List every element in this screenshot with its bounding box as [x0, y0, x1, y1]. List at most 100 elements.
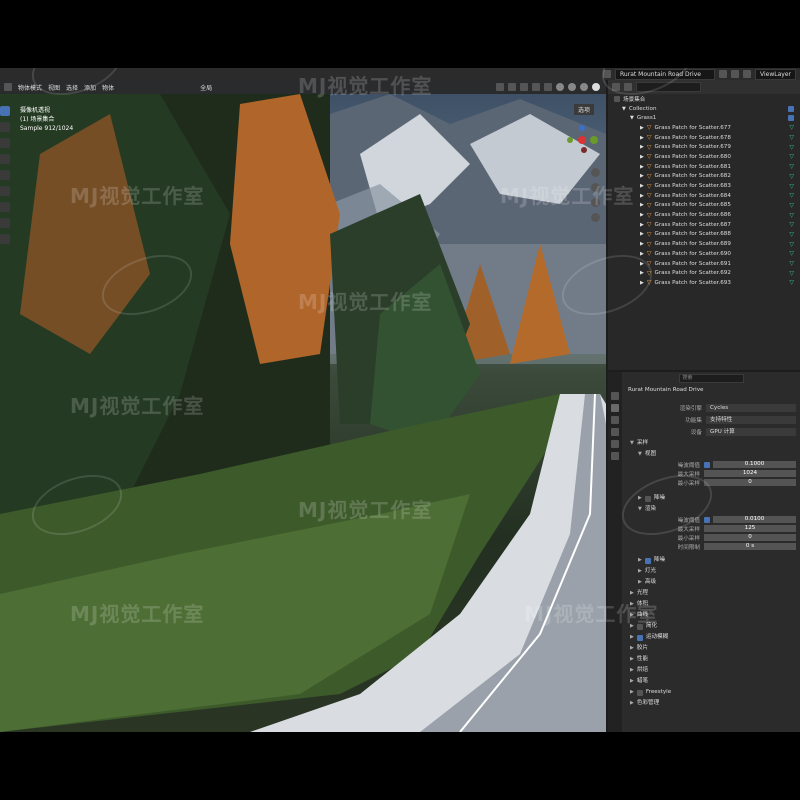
expand-icon[interactable]: ▶ [640, 135, 644, 141]
properties-section[interactable]: ▶ 色彩管理 [622, 698, 800, 709]
tool-tab-icon[interactable] [611, 392, 619, 400]
r-time-limit-field[interactable]: 0 s [704, 543, 796, 550]
render-engine-dropdown[interactable]: Cycles [706, 404, 796, 412]
navigation-gizmo-icon[interactable] [562, 120, 602, 160]
grass-collection-row[interactable]: ▼ Grass1 [608, 113, 800, 123]
properties-section[interactable]: ▶ 烘焙 [622, 665, 800, 676]
select-tool-icon[interactable] [0, 106, 10, 116]
r-max-samples-field[interactable]: 125 [704, 525, 796, 532]
viewport-sampling-section[interactable]: ▼ 视图 [622, 449, 800, 460]
noise-threshold-checkbox[interactable] [704, 461, 710, 468]
vp-noise-threshold-field[interactable]: 0.1000 [713, 461, 796, 468]
properties-section[interactable]: ▶ 蜡笔 [622, 676, 800, 687]
expand-icon[interactable]: ▶ [640, 231, 644, 237]
expand-icon[interactable]: ▶ [640, 193, 644, 199]
outliner-object-row[interactable]: ▶ ▽ Grass Patch for Scatter.684 ▽ [608, 191, 800, 201]
properties-section[interactable]: ▶ Freestyle [622, 687, 800, 698]
scene-tab-icon[interactable] [611, 440, 619, 448]
view-layer-tab-icon[interactable] [611, 428, 619, 436]
properties-section[interactable]: ▶ 运动模糊 [622, 632, 800, 643]
noise-threshold-checkbox[interactable] [704, 516, 710, 523]
outliner-object-row[interactable]: ▶ ▽ Grass Patch for Scatter.686 ▽ [608, 210, 800, 220]
solid-shading-icon[interactable] [568, 83, 576, 91]
r-min-samples-field[interactable]: 0 [704, 534, 796, 541]
cursor-tool-icon[interactable] [0, 122, 10, 132]
options-button[interactable]: 选项 [573, 104, 594, 115]
lights-section[interactable]: ▶ 灯光 [622, 566, 800, 577]
transform-tool-icon[interactable] [0, 186, 10, 196]
modifier-icon: ▽ [789, 124, 794, 132]
outliner-object-row[interactable]: ▶ ▽ Grass Patch for Scatter.683 ▽ [608, 181, 800, 191]
add-cube-tool-icon[interactable] [0, 234, 10, 244]
sampling-section[interactable]: ▼ 采样 [622, 438, 800, 449]
proportional-icon[interactable] [508, 83, 516, 91]
expand-icon[interactable]: ▶ [640, 222, 644, 228]
min-samples-label: 最小采样 [677, 535, 700, 542]
collection-row[interactable]: ▼ Collection [608, 104, 800, 114]
properties-section[interactable]: ▶ 胶片 [622, 643, 800, 654]
material-shading-icon[interactable] [580, 83, 588, 91]
r-noise-threshold-field[interactable]: 0.0100 [713, 516, 796, 523]
properties-section[interactable]: ▶ 性能 [622, 654, 800, 665]
expand-icon[interactable]: ▶ [640, 173, 644, 179]
expand-icon[interactable]: ▼ [630, 115, 634, 121]
outliner-object-row[interactable]: ▶ ▽ Grass Patch for Scatter.678 ▽ [608, 133, 800, 143]
menu-object[interactable]: 物体 [102, 83, 114, 92]
expand-icon[interactable]: ▶ [640, 212, 644, 218]
outliner-object-row[interactable]: ▶ ▽ Grass Patch for Scatter.688 ▽ [608, 230, 800, 240]
outliner-object-row[interactable]: ▶ ▽ Grass Patch for Scatter.685 ▽ [608, 201, 800, 211]
annotate-tool-icon[interactable] [0, 202, 10, 212]
outliner-object-row[interactable]: ▶ ▽ Grass Patch for Scatter.687 ▽ [608, 220, 800, 230]
rendered-shading-icon[interactable] [592, 83, 600, 91]
view-layer-icon[interactable] [743, 70, 752, 78]
expand-icon[interactable]: ▶ [640, 251, 644, 257]
expand-icon[interactable]: ▶ [640, 144, 644, 150]
visibility-icon[interactable] [520, 83, 528, 91]
grass-checkbox[interactable] [788, 115, 794, 122]
outliner-object-row[interactable]: ▶ ▽ Grass Patch for Scatter.689 ▽ [608, 239, 800, 249]
lock-camera-icon[interactable] [591, 213, 600, 222]
expand-icon[interactable]: ▶ [640, 164, 644, 170]
r-denoise-section[interactable]: ▶ 降噪 [622, 555, 800, 566]
scene-collection-row[interactable]: 场景集合 [608, 94, 800, 104]
expand-icon[interactable]: ▼ [622, 106, 626, 112]
vp-max-samples-field[interactable]: 1024 [704, 470, 796, 477]
outliner-object-row[interactable]: ▶ ▽ Grass Patch for Scatter.682 ▽ [608, 172, 800, 182]
denoise-checkbox[interactable] [644, 557, 651, 564]
world-tab-icon[interactable] [611, 452, 619, 460]
collection-checkbox[interactable] [788, 105, 794, 112]
overlay-icon[interactable] [544, 83, 552, 91]
render-tab-icon[interactable] [611, 404, 619, 412]
zoom-icon[interactable] [591, 168, 600, 177]
expand-icon[interactable]: ▶ [640, 154, 644, 160]
gizmo-icon[interactable] [532, 83, 540, 91]
close-icon[interactable] [731, 70, 740, 78]
editor-type-icon[interactable] [4, 83, 12, 91]
transform-orientation[interactable]: 全局 [200, 83, 212, 92]
object-label: Grass Patch for Scatter.680 [654, 153, 731, 160]
expand-icon[interactable]: ▶ [640, 241, 644, 247]
output-tab-icon[interactable] [611, 416, 619, 424]
advanced-section[interactable]: ▶ 高级 [622, 577, 800, 588]
device-dropdown[interactable]: GPU 计算 [706, 428, 796, 436]
move-tool-icon[interactable] [0, 138, 10, 148]
wireframe-shading-icon[interactable] [556, 83, 564, 91]
snap-icon[interactable] [496, 83, 504, 91]
properties-search[interactable]: 搜索 [678, 373, 744, 383]
motion-blur-checkbox[interactable] [636, 634, 643, 641]
expand-icon[interactable]: ▶ [640, 183, 644, 189]
feature-set-dropdown[interactable]: 支持特性 [706, 416, 796, 424]
outliner-object-row[interactable]: ▶ ▽ Grass Patch for Scatter.681 ▽ [608, 162, 800, 172]
measure-tool-icon[interactable] [0, 218, 10, 228]
outliner-object-row[interactable]: ▶ ▽ Grass Patch for Scatter.677 ▽ [608, 123, 800, 133]
outliner-object-row[interactable]: ▶ ▽ Grass Patch for Scatter.679 ▽ [608, 142, 800, 152]
outliner-object-row[interactable]: ▶ ▽ Grass Patch for Scatter.680 ▽ [608, 152, 800, 162]
scale-tool-icon[interactable] [0, 170, 10, 180]
view-layer-field[interactable]: ViewLayer [755, 68, 796, 80]
copy-icon[interactable] [719, 70, 728, 78]
rotate-tool-icon[interactable] [0, 154, 10, 164]
vp-min-samples-field[interactable]: 0 [704, 479, 796, 486]
freestyle-checkbox[interactable] [636, 689, 643, 696]
expand-icon[interactable]: ▶ [640, 125, 644, 131]
expand-icon[interactable]: ▶ [640, 202, 644, 208]
